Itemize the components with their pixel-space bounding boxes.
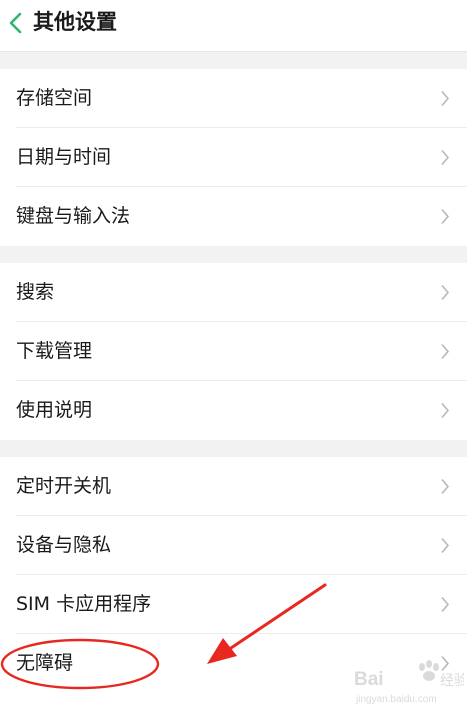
header-bar: 其他设置 <box>0 0 467 52</box>
settings-item-label: 存储空间 <box>16 87 93 109</box>
settings-item-label: 下载管理 <box>16 340 93 362</box>
section-gap <box>0 246 467 263</box>
svg-text:jingyan.baidu.com: jingyan.baidu.com <box>355 694 437 705</box>
settings-item-search[interactable]: 搜索 <box>0 263 467 322</box>
chevron-right-icon <box>441 208 450 225</box>
chevron-right-icon <box>441 343 450 360</box>
settings-item-scheduled-power[interactable]: 定时开关机 <box>0 457 467 516</box>
settings-item-keyboard-input[interactable]: 键盘与输入法 <box>0 187 467 246</box>
settings-item-label: 使用说明 <box>16 399 93 421</box>
settings-item-sim-apps[interactable]: SIM 卡应用程序 <box>0 575 467 634</box>
chevron-right-icon <box>441 596 450 613</box>
settings-item-user-guide[interactable]: 使用说明 <box>0 381 467 440</box>
chevron-right-icon <box>441 90 450 107</box>
settings-item-label: 定时开关机 <box>16 475 112 497</box>
page-title: 其他设置 <box>33 10 117 34</box>
settings-item-label: 键盘与输入法 <box>16 205 131 227</box>
settings-item-date-time[interactable]: 日期与时间 <box>0 128 467 187</box>
settings-item-download-manager[interactable]: 下载管理 <box>0 322 467 381</box>
settings-item-label: 搜索 <box>16 281 55 303</box>
settings-item-device-privacy[interactable]: 设备与隐私 <box>0 516 467 575</box>
settings-item-label: 设备与隐私 <box>16 534 112 556</box>
chevron-right-icon <box>441 655 450 672</box>
section-gap <box>0 440 467 457</box>
settings-item-label: 日期与时间 <box>16 146 112 168</box>
settings-item-accessibility[interactable]: 无障碍 <box>0 634 467 693</box>
chevron-right-icon <box>441 537 450 554</box>
back-arrow-icon[interactable] <box>6 10 28 36</box>
chevron-right-icon <box>441 149 450 166</box>
section-gap <box>0 52 467 69</box>
chevron-right-icon <box>441 478 450 495</box>
settings-item-label: SIM 卡应用程序 <box>16 593 152 615</box>
settings-item-storage[interactable]: 存储空间 <box>0 69 467 128</box>
chevron-right-icon <box>441 284 450 301</box>
settings-item-label: 无障碍 <box>16 652 74 674</box>
chevron-right-icon <box>441 402 450 419</box>
